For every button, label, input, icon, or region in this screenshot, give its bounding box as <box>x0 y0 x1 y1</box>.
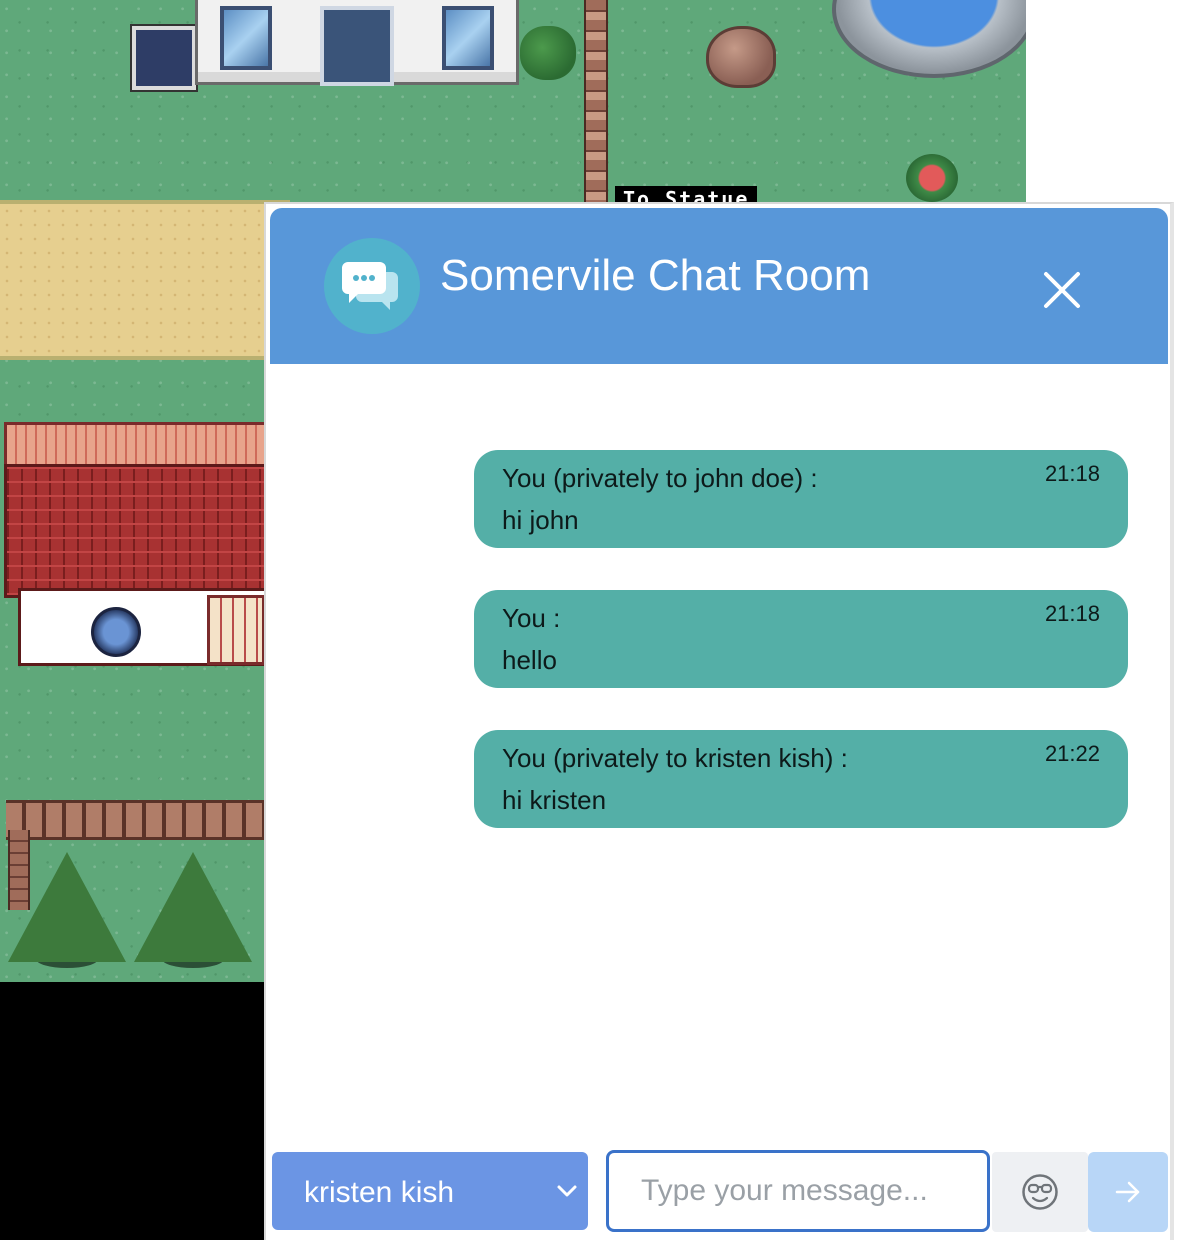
chat-message: You : 21:18 hello <box>474 590 1128 688</box>
red-roof-house <box>4 422 280 666</box>
dirt-path <box>0 200 290 360</box>
shop-window-left <box>220 6 272 70</box>
rock <box>706 26 776 88</box>
pine-tree <box>8 852 126 972</box>
message-text: hello <box>502 645 557 675</box>
chat-message: You (privately to john doe) : 21:18 hi j… <box>474 450 1128 548</box>
house-wall <box>18 588 280 666</box>
flower-bush <box>906 154 958 202</box>
message-sender: You (privately to john doe) : <box>502 463 818 493</box>
close-icon <box>1044 272 1080 308</box>
pine-tree <box>134 852 252 972</box>
message-time: 21:22 <box>1044 741 1100 766</box>
shop-door <box>320 6 394 86</box>
chat-message: You (privately to kristen kish) : 21:22 … <box>474 730 1128 828</box>
message-sender: You : <box>502 603 561 633</box>
chevron-down-icon <box>557 1185 577 1197</box>
message-list[interactable]: You (privately to john doe) : 21:18 hi j… <box>270 364 1168 1144</box>
house-window <box>91 607 141 657</box>
chat-title: Somervile Chat Room <box>440 251 871 300</box>
shop-building <box>195 0 519 86</box>
sunglasses-emoji-icon <box>1022 1174 1058 1210</box>
recipient-select[interactable]: kristen kish <box>272 1152 588 1230</box>
send-button[interactable] <box>1088 1152 1168 1232</box>
message-text: hi john <box>502 505 579 535</box>
message-composer: kristen kish <box>270 1150 1168 1234</box>
house-roof-edge <box>4 422 280 470</box>
tree-canopy <box>134 852 252 962</box>
house-roof <box>4 464 280 598</box>
close-button[interactable] <box>1040 268 1084 312</box>
message-text: hi kristen <box>502 785 607 815</box>
message-time: 21:18 <box>1044 461 1100 486</box>
tree-canopy <box>8 852 126 962</box>
notice-board <box>132 26 196 90</box>
bush <box>520 26 576 80</box>
chat-avatar <box>324 238 420 334</box>
emoji-button[interactable] <box>992 1152 1088 1232</box>
chat-bubbles-icon <box>342 262 398 310</box>
shop-window-right <box>442 6 494 70</box>
house-door <box>207 595 265 665</box>
message-sender: You (privately to kristen kish) : <box>502 743 848 773</box>
chat-header: Somervile Chat Room <box>270 208 1168 364</box>
vertical-fence <box>584 0 608 205</box>
recipient-value: kristen kish <box>304 1176 455 1209</box>
message-input[interactable] <box>606 1150 990 1232</box>
app-stage: To Statue Somervile Chat Room You (priva… <box>0 0 1202 1240</box>
horizontal-fence <box>6 800 276 840</box>
game-viewport-empty <box>0 982 270 1240</box>
fountain-statue <box>832 0 1026 78</box>
arrow-right-icon <box>1115 1181 1140 1203</box>
message-time: 21:18 <box>1044 601 1100 626</box>
